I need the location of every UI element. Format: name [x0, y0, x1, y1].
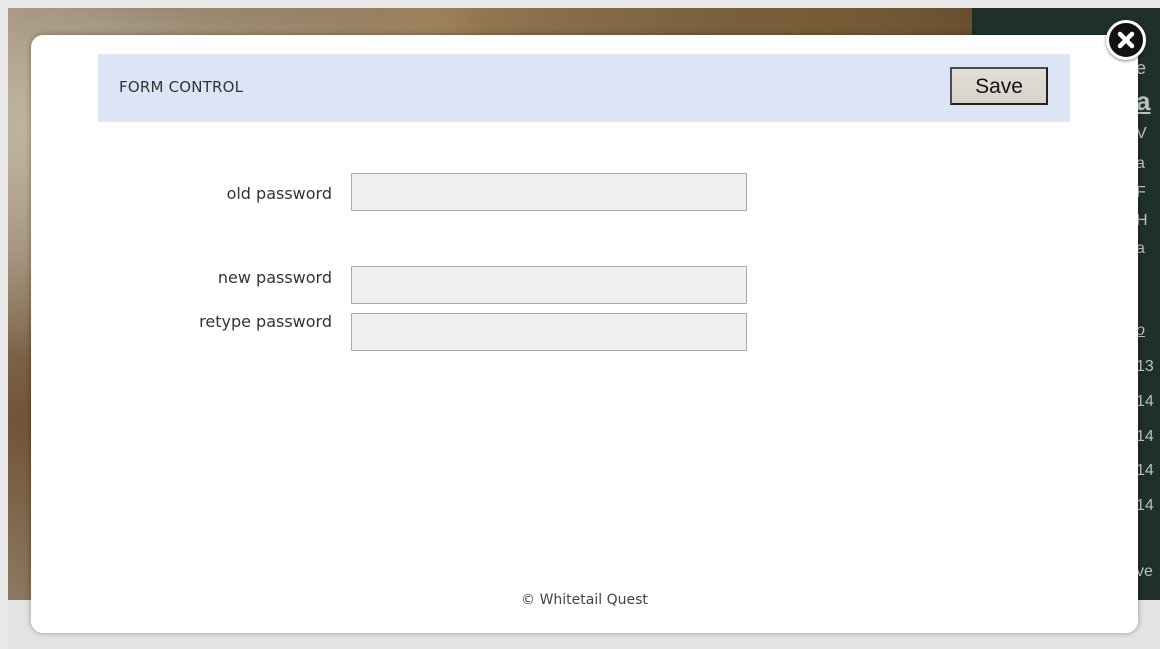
retype-password-label: retype password: [199, 312, 332, 331]
background-sidebar-text: a: [1136, 86, 1151, 116]
close-icon: [1117, 31, 1135, 49]
background-sidebar-text: ve: [1136, 563, 1153, 580]
dialog-header: FORM CONTROL Save: [98, 54, 1070, 122]
old-password-label: old password: [226, 184, 332, 203]
background-sidebar-text: 14: [1136, 497, 1154, 514]
background-sidebar-text: 14: [1136, 393, 1154, 410]
new-password-label: new password: [217, 268, 332, 287]
background-sidebar-text: 14: [1136, 462, 1154, 479]
background-sidebar-text: 14: [1136, 428, 1154, 445]
new-password-input[interactable]: [351, 266, 747, 304]
retype-password-input[interactable]: [351, 313, 747, 351]
dialog-footer-copyright: © Whitetail Quest: [521, 592, 648, 608]
close-button[interactable]: [1106, 20, 1146, 60]
old-password-input[interactable]: [351, 173, 747, 211]
background-sidebar-text: 13: [1136, 358, 1154, 375]
save-button[interactable]: Save: [950, 67, 1048, 105]
page: e a V a F H a o 13 14 14 14 14 ve FORM C…: [0, 0, 1160, 649]
dialog-title: FORM CONTROL: [119, 78, 244, 96]
form-control-dialog: FORM CONTROL Save old password new passw…: [31, 35, 1138, 633]
